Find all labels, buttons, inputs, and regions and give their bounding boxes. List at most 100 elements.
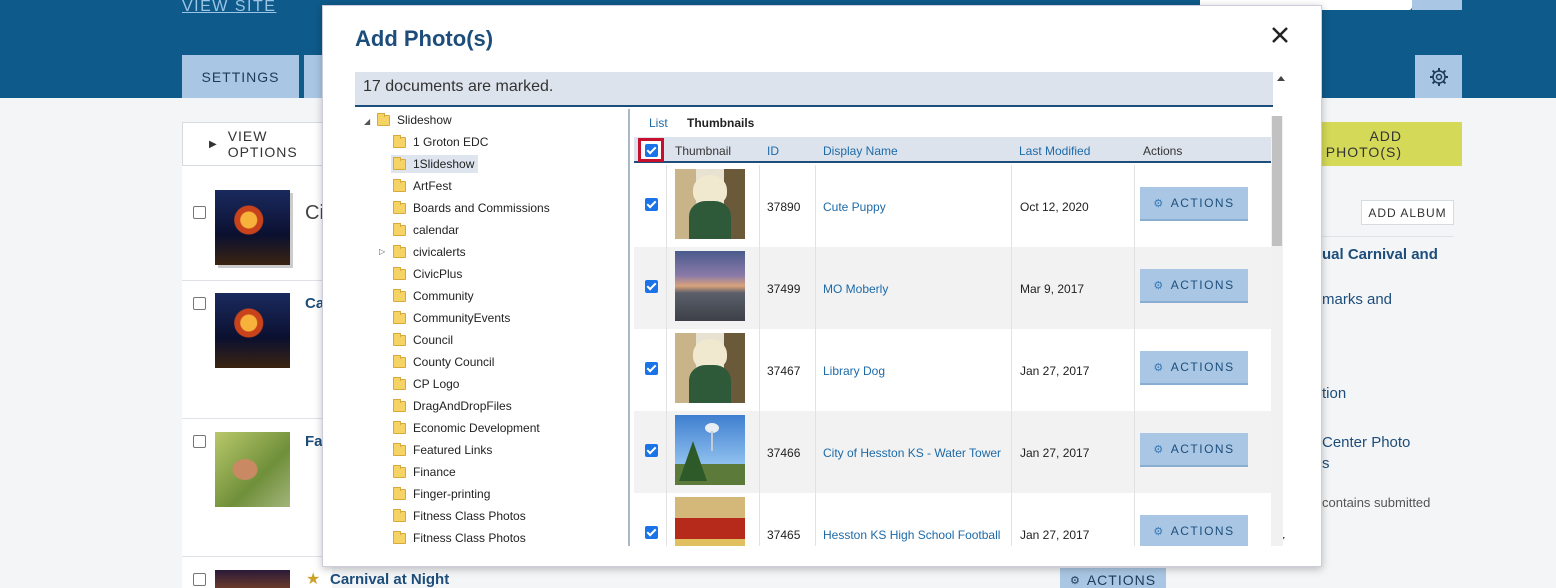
grid-scrollbar-thumb[interactable] [1272, 116, 1282, 246]
album-list-item[interactable]: marks and [1322, 291, 1392, 308]
tree-item[interactable]: Economic Development [393, 419, 540, 437]
actions-button[interactable]: ⚙ ACTIONS [1140, 187, 1248, 221]
tree-item[interactable]: 1 Groton EDC [393, 133, 488, 151]
row-last-modified: Jan 27, 2017 [1020, 446, 1090, 460]
photo-thumbnail[interactable] [215, 293, 290, 368]
tree-item-selected[interactable]: 1Slideshow [391, 155, 479, 173]
tree-item-label: County Council [413, 355, 495, 369]
close-icon[interactable] [1267, 22, 1293, 48]
album-checkbox[interactable] [193, 206, 206, 219]
grid-scrollbar[interactable] [1271, 116, 1283, 546]
add-photos-label: ADD PHOTO(S) [1325, 128, 1402, 160]
photo-thumbnail[interactable] [215, 432, 290, 507]
add-album-button[interactable]: ADD ALBUM [1361, 200, 1454, 225]
tab-list[interactable]: List [649, 116, 668, 130]
gear-icon: ⚙ [1153, 525, 1165, 538]
tree-item[interactable]: ArtFest [393, 177, 452, 195]
tree-item-label: 1 Groton EDC [413, 135, 489, 149]
photo-title[interactable]: Carnival at Night [330, 571, 449, 588]
modal-title: Add Photo(s) [355, 26, 494, 51]
tree-item[interactable]: civicalerts [393, 243, 466, 261]
album-list-item[interactable]: s [1322, 455, 1330, 472]
photo-title[interactable]: Fa [305, 433, 323, 450]
scroll-up-icon[interactable] [1277, 76, 1285, 81]
tab-thumbnails[interactable]: Thumbnails [687, 116, 754, 130]
settings-gear-button[interactable] [1415, 55, 1462, 98]
row-display-name[interactable]: Library Dog [823, 364, 885, 378]
view-options-toggle[interactable]: ▶ VIEW OPTIONS [182, 122, 332, 166]
tree-item[interactable]: CommunityEvents [393, 309, 510, 327]
folder-open-icon [393, 156, 406, 170]
tree-item[interactable]: County Council [393, 353, 494, 371]
tree-item[interactable]: DragAndDropFiles [393, 397, 512, 415]
tree-item-label: CivicPlus [413, 267, 463, 281]
photo-checkbox[interactable] [193, 573, 206, 586]
photo-checkbox[interactable] [193, 297, 206, 310]
column-last-modified[interactable]: Last Modified [1019, 144, 1090, 158]
photo-thumbnail[interactable] [675, 497, 745, 546]
tree-item[interactable]: Fitness Class Photos [393, 507, 526, 525]
album-list-item[interactable]: tion [1322, 385, 1346, 402]
table-row: 37465 Hesston KS High School Football Ja… [634, 493, 1273, 546]
folder-icon [393, 266, 406, 280]
album-list-item[interactable]: ual Carnival and [1322, 246, 1438, 263]
table-row: 37466 City of Hesston KS - Water Tower J… [634, 411, 1273, 493]
gear-icon: ⚙ [1153, 197, 1165, 210]
tree-item[interactable]: CivicPlus [393, 265, 462, 283]
row-last-modified: Jan 27, 2017 [1020, 364, 1090, 378]
row-checkbox[interactable] [645, 198, 658, 211]
row-display-name[interactable]: Hesston KS High School Football [823, 528, 1000, 542]
tree-item[interactable]: Finance [393, 463, 456, 481]
row-display-name[interactable]: City of Hesston KS - Water Tower [823, 446, 1001, 460]
actions-button[interactable]: ⚙ ACTIONS [1060, 568, 1166, 588]
tree-item-label: Featured Links [413, 443, 493, 457]
star-icon[interactable]: ★ [306, 569, 320, 588]
actions-button[interactable]: ⚙ ACTIONS [1140, 433, 1248, 467]
row-checkbox[interactable] [645, 280, 658, 293]
search-button[interactable] [1412, 0, 1462, 10]
tree-item-label: civicalerts [413, 245, 466, 259]
view-site-link[interactable]: VIEW SITE [182, 0, 276, 16]
tree-item[interactable]: calendar [393, 221, 459, 239]
folder-icon [393, 486, 406, 500]
tree-item[interactable]: Finger-printing [393, 485, 490, 503]
tree-item[interactable]: Council [393, 331, 453, 349]
row-display-name[interactable]: Cute Puppy [823, 200, 886, 214]
tree-item[interactable]: CP Logo [393, 375, 459, 393]
tree-item-label: Boards and Commissions [413, 201, 550, 215]
row-last-modified: Jan 27, 2017 [1020, 528, 1090, 542]
photo-thumbnail[interactable] [675, 251, 745, 321]
tab-partial[interactable] [304, 55, 324, 98]
album-thumbnail[interactable] [215, 190, 290, 265]
album-list-item[interactable]: Center Photo [1322, 434, 1410, 451]
tree-item-label: Finance [413, 465, 456, 479]
photo-thumbnail[interactable] [675, 333, 745, 403]
add-photos-button[interactable]: ADD PHOTO(S) [1322, 122, 1462, 166]
divider [1303, 236, 1454, 237]
tree-item[interactable]: Community [393, 287, 474, 305]
actions-button[interactable]: ⚙ ACTIONS [1140, 269, 1248, 303]
tree-item[interactable]: Fitness Class Photos [393, 529, 526, 546]
collapse-arrow-icon[interactable]: ◢ [364, 117, 370, 126]
folder-icon [393, 376, 406, 390]
actions-button[interactable]: ⚙ ACTIONS [1140, 351, 1248, 385]
tree-item[interactable]: Boards and Commissions [393, 199, 550, 217]
expand-arrow-icon[interactable]: ▷ [379, 247, 385, 256]
actions-button[interactable]: ⚙ ACTIONS [1140, 515, 1248, 546]
photo-thumbnail[interactable] [675, 169, 745, 239]
tree-item-slideshow[interactable]: Slideshow [377, 111, 452, 129]
photo-thumbnail[interactable] [675, 415, 745, 485]
photo-checkbox[interactable] [193, 435, 206, 448]
row-checkbox[interactable] [645, 526, 658, 539]
select-all-checkbox[interactable] [638, 138, 664, 162]
photo-thumbnail[interactable] [215, 570, 290, 588]
tab-settings[interactable]: SETTINGS [182, 55, 299, 98]
tree-item[interactable]: Featured Links [393, 441, 492, 459]
column-id[interactable]: ID [767, 144, 779, 158]
column-display-name[interactable]: Display Name [823, 144, 898, 158]
gear-icon [1429, 67, 1448, 86]
row-checkbox[interactable] [645, 362, 658, 375]
view-options-label: VIEW OPTIONS [227, 128, 298, 160]
row-checkbox[interactable] [645, 444, 658, 457]
row-display-name[interactable]: MO Moberly [823, 282, 888, 296]
